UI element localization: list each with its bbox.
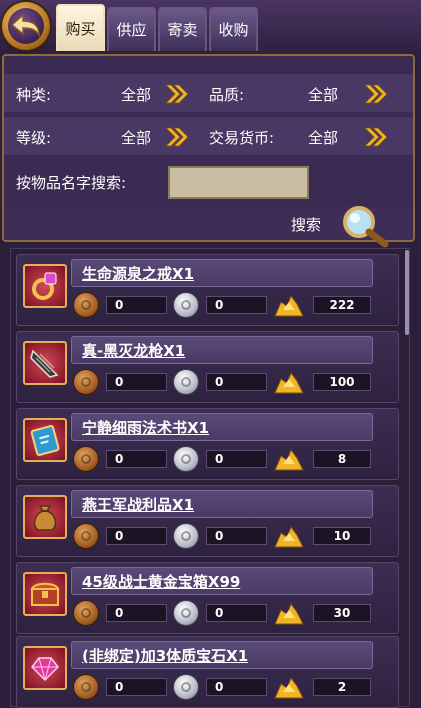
item-name[interactable]: 燕王军战利品X1 — [82, 494, 194, 515]
treasure-chest-icon — [23, 572, 67, 616]
level-chevron-icon[interactable] — [164, 126, 188, 148]
silver-price: 0 — [206, 604, 267, 622]
level-value[interactable]: 全部 — [121, 127, 151, 148]
list-item[interactable]: 宁静细雨法术书X1 0 0 8 — [16, 408, 399, 480]
gold-price: 30 — [313, 604, 371, 622]
silver-price: 0 — [206, 450, 267, 468]
item-name[interactable]: 真-黑灭龙枪X1 — [82, 340, 185, 361]
copper-price: 0 — [106, 604, 167, 622]
silver-coin-icon — [173, 674, 199, 700]
gold-ingot-icon — [274, 525, 304, 548]
list-item[interactable]: 生命源泉之戒X1 0 0 222 — [16, 254, 399, 326]
currency-label: 交易货币: — [209, 129, 275, 147]
category-label: 种类: — [16, 86, 52, 104]
copper-price: 0 — [106, 678, 167, 696]
tab-supply[interactable]: 供应 — [107, 7, 156, 51]
currency-chevron-icon[interactable] — [363, 126, 387, 148]
gold-ingot-icon — [274, 602, 304, 625]
tab-buy[interactable]: 购买 — [56, 4, 105, 51]
item-name-bar: 宁静细雨法术书X1 — [71, 413, 373, 441]
item-name-bar: (非绑定)加3体质宝石X1 — [71, 641, 373, 669]
category-value[interactable]: 全部 — [121, 84, 151, 105]
silver-coin-icon — [173, 600, 199, 626]
item-name[interactable]: (非绑定)加3体质宝石X1 — [82, 645, 248, 666]
name-search-input[interactable] — [168, 166, 309, 199]
silver-price: 0 — [206, 373, 267, 391]
gold-ingot-icon — [274, 448, 304, 471]
item-name-bar: 燕王军战利品X1 — [71, 490, 373, 518]
gold-ingot-icon — [274, 676, 304, 699]
category-chevron-icon[interactable] — [164, 83, 188, 105]
gold-price: 100 — [313, 373, 371, 391]
scrollbar[interactable] — [405, 250, 409, 335]
gem-icon — [23, 646, 67, 690]
list-item[interactable]: (非绑定)加3体质宝石X1 0 0 2 — [16, 636, 399, 708]
item-name-bar: 45级战士黄金宝箱X99 — [71, 567, 373, 595]
list-item[interactable]: 45级战士黄金宝箱X99 0 0 30 — [16, 562, 399, 634]
copper-price: 0 — [106, 450, 167, 468]
silver-price: 0 — [206, 678, 267, 696]
quality-label: 品质: — [209, 86, 245, 104]
item-name-bar: 真-黑灭龙枪X1 — [71, 336, 373, 364]
quality-value[interactable]: 全部 — [308, 84, 338, 105]
silver-coin-icon — [173, 292, 199, 318]
back-arrow-icon — [10, 13, 40, 38]
gold-price: 10 — [313, 527, 371, 545]
magnifier-search-icon[interactable] — [339, 204, 391, 248]
list-item[interactable]: 燕王军战利品X1 0 0 10 — [16, 485, 399, 557]
tab-consign[interactable]: 寄卖 — [158, 7, 207, 51]
back-button[interactable] — [2, 2, 50, 50]
silver-coin-icon — [173, 446, 199, 472]
silver-price: 0 — [206, 527, 267, 545]
gold-price: 222 — [313, 296, 371, 314]
item-name-bar: 生命源泉之戒X1 — [71, 259, 373, 287]
gold-price: 2 — [313, 678, 371, 696]
copper-coin-icon — [73, 292, 99, 318]
copper-coin-icon — [73, 600, 99, 626]
silver-coin-icon — [173, 369, 199, 395]
lance-icon — [23, 341, 67, 385]
copper-price: 0 — [106, 373, 167, 391]
copper-price: 0 — [106, 296, 167, 314]
ring-icon — [23, 264, 67, 308]
copper-coin-icon — [73, 369, 99, 395]
level-label: 等级: — [16, 129, 52, 147]
spellbook-icon — [23, 418, 67, 462]
list-item[interactable]: 真-黑灭龙枪X1 0 0 100 — [16, 331, 399, 403]
copper-price: 0 — [106, 527, 167, 545]
copper-coin-icon — [73, 674, 99, 700]
item-name[interactable]: 45级战士黄金宝箱X99 — [82, 571, 240, 592]
name-search-label: 按物品名字搜索: — [16, 174, 127, 192]
tab-acquire[interactable]: 收购 — [209, 7, 258, 51]
gold-price: 8 — [313, 450, 371, 468]
search-button-label[interactable]: 搜索 — [291, 214, 321, 235]
loot-bag-icon — [23, 495, 67, 539]
copper-coin-icon — [73, 446, 99, 472]
silver-price: 0 — [206, 296, 267, 314]
currency-value[interactable]: 全部 — [308, 127, 338, 148]
item-name[interactable]: 宁静细雨法术书X1 — [82, 417, 209, 438]
silver-coin-icon — [173, 523, 199, 549]
quality-chevron-icon[interactable] — [363, 83, 387, 105]
gold-ingot-icon — [274, 371, 304, 394]
copper-coin-icon — [73, 523, 99, 549]
gold-ingot-icon — [274, 294, 304, 317]
item-name[interactable]: 生命源泉之戒X1 — [82, 263, 194, 284]
